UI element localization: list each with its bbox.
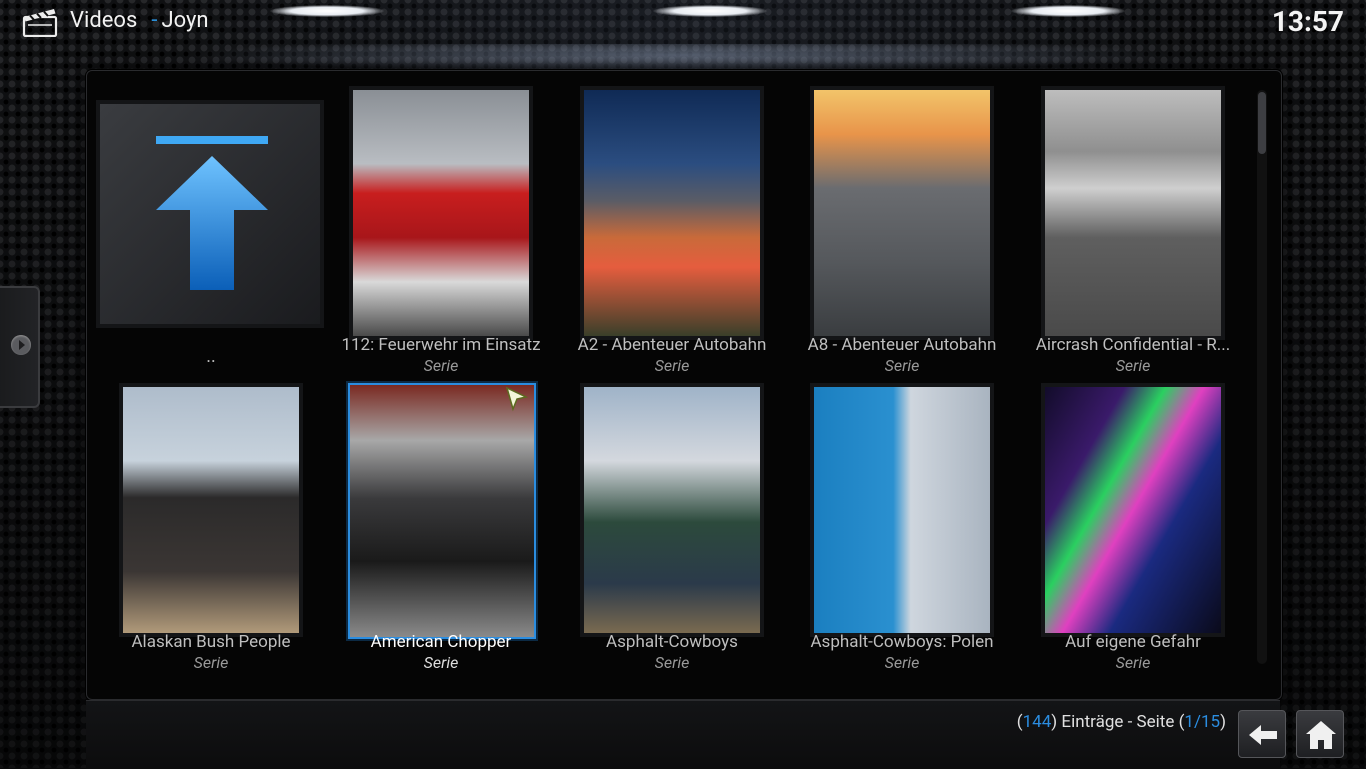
poster-motorcycle <box>348 383 536 639</box>
home-button[interactable] <box>1296 710 1344 758</box>
parent-folder-item[interactable]: .. <box>96 100 326 370</box>
parent-folder-label: .. <box>206 346 216 367</box>
poster-family-group <box>119 383 303 637</box>
item-title: Aircrash Confidential - R... <box>1035 335 1231 355</box>
item-title: A2 - Abenteuer Autobahn <box>577 335 767 355</box>
poster-neon-lights <box>1041 383 1225 637</box>
home-icon <box>1306 721 1336 749</box>
scrollbar[interactable] <box>1257 90 1267 664</box>
item-title: Asphalt-Cowboys: Polen <box>810 632 994 652</box>
title-separator: - <box>151 8 158 33</box>
item-type: Serie <box>1115 653 1151 672</box>
poster-fire-trucks <box>349 86 533 340</box>
poster-highway-night <box>580 86 764 340</box>
count-close-paren: ) <box>1220 712 1226 732</box>
section-title: Videos <box>70 8 138 33</box>
item-type: Serie <box>193 653 229 672</box>
item-title: A8 - Abenteuer Autobahn <box>807 335 997 355</box>
item-type: Serie <box>654 356 690 375</box>
ceiling-light <box>1011 5 1125 17</box>
addon-title: Joyn <box>161 8 209 33</box>
item-title: Alaskan Bush People <box>131 632 291 652</box>
list-item-112-feuerwehr[interactable]: 112: Feuerwehr im Einsatz Serie <box>326 86 556 378</box>
poster-two-women <box>810 383 994 637</box>
item-title: 112: Feuerwehr im Einsatz <box>341 335 541 355</box>
page-indicator: 1/15 <box>1184 712 1221 732</box>
item-type: Serie <box>884 356 920 375</box>
item-type: Serie <box>1115 356 1151 375</box>
item-type: Serie <box>884 653 920 672</box>
entries-text: ) Einträge - Seite ( <box>1051 712 1185 732</box>
item-type: Serie <box>423 653 459 672</box>
side-menu-arrow-icon[interactable] <box>11 335 31 355</box>
back-arrow-icon <box>1249 725 1277 745</box>
poster-trucker <box>580 383 764 637</box>
up-arrow-icon <box>156 136 268 290</box>
item-count: (144) Einträge - Seite (1/15) <box>1017 712 1226 732</box>
list-item-asphalt-cowboys-polen[interactable]: Asphalt-Cowboys: Polen Serie <box>787 383 1017 675</box>
list-item-a8-abenteuer[interactable]: A8 - Abenteuer Autobahn Serie <box>787 86 1017 378</box>
footer-bar <box>86 700 1280 769</box>
stage-light-glow <box>180 44 1180 72</box>
list-item-alaskan-bush-people[interactable]: Alaskan Bush People Serie <box>96 383 326 675</box>
item-title: American Chopper <box>370 632 512 652</box>
list-item-auf-eigene-gefahr[interactable]: Auf eigene Gefahr Serie <box>1018 383 1248 675</box>
clock: 13:57 <box>1271 5 1344 38</box>
ceiling-light <box>653 5 767 17</box>
list-item-a2-abenteuer[interactable]: A2 - Abenteuer Autobahn Serie <box>557 86 787 378</box>
item-type: Serie <box>423 356 459 375</box>
item-title: Auf eigene Gefahr <box>1065 632 1201 652</box>
page-title: Videos - Joyn <box>70 8 209 33</box>
mouse-cursor-icon <box>505 386 529 412</box>
poster-plane-wreck <box>1041 86 1225 340</box>
scrollbar-thumb[interactable] <box>1258 92 1266 154</box>
ceiling-light <box>270 5 384 17</box>
poster-highway-sunset <box>810 86 994 340</box>
clapperboard-icon <box>22 9 58 37</box>
item-title: Asphalt-Cowboys <box>606 632 738 652</box>
item-type: Serie <box>654 653 690 672</box>
back-button[interactable] <box>1238 710 1286 758</box>
list-item-american-chopper[interactable]: American Chopper Serie <box>326 383 556 675</box>
header: Videos - Joyn 13:57 <box>0 0 1366 44</box>
list-item-asphalt-cowboys[interactable]: Asphalt-Cowboys Serie <box>557 383 787 675</box>
entries-count: 144 <box>1022 712 1052 732</box>
parent-folder-thumb <box>96 100 324 328</box>
list-item-aircrash-confidential[interactable]: Aircrash Confidential - R... Serie <box>1018 86 1248 378</box>
